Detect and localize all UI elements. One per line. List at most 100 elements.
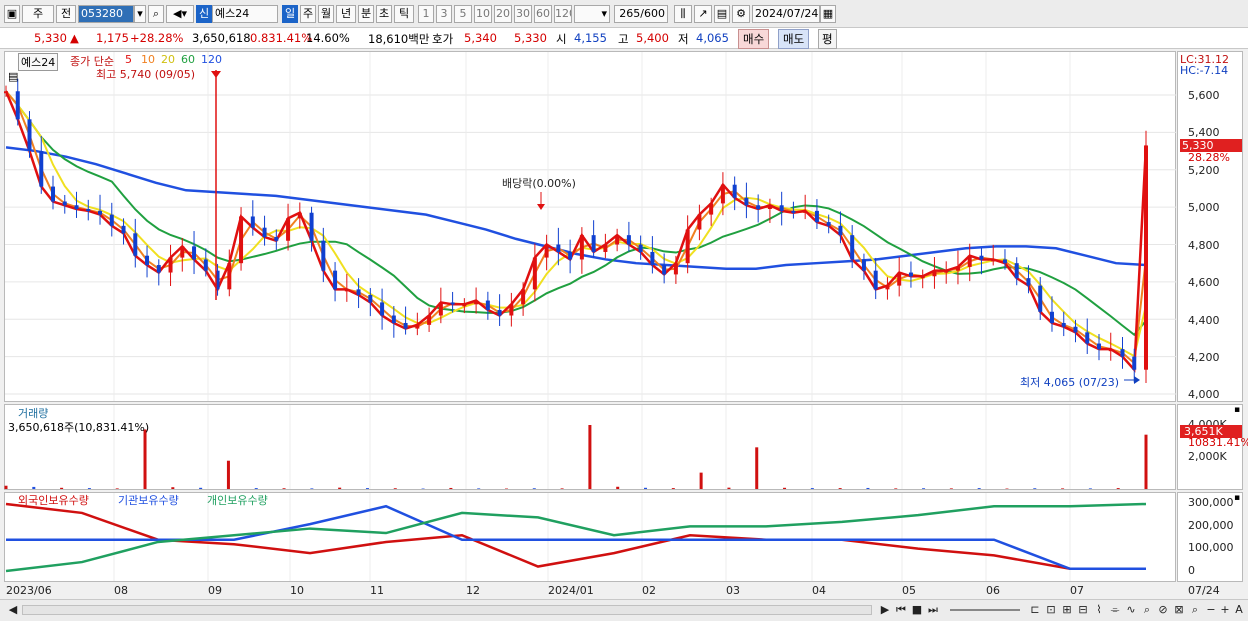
volume-bar <box>866 487 870 489</box>
candle-body <box>403 322 408 329</box>
candle-body <box>1108 349 1113 352</box>
volume-bar <box>365 488 369 489</box>
volume-bar <box>32 486 36 489</box>
candle-body <box>450 302 455 305</box>
scroll-left-icon[interactable]: ◀ <box>6 603 20 617</box>
tool-icon[interactable]: ⊞ <box>1060 603 1074 617</box>
price-ylabel: 5,600 <box>1188 89 1220 102</box>
candle-body <box>1014 263 1019 279</box>
chart-svg <box>4 52 1176 581</box>
tool-icon[interactable]: ⌯ <box>1108 603 1122 617</box>
volume-bar <box>393 488 397 489</box>
candle-body <box>626 235 631 245</box>
candle-body <box>380 302 385 316</box>
candle-body <box>709 203 714 215</box>
candle-body <box>885 285 890 290</box>
tool-icon[interactable]: ⊡ <box>1044 603 1058 617</box>
volume-bar <box>755 447 759 489</box>
candle-body <box>474 300 479 305</box>
candle-body <box>321 240 326 271</box>
holdings-ylabel: 100,000 <box>1188 541 1234 554</box>
font-size-icon[interactable]: A <box>1232 603 1246 617</box>
candle-body <box>497 309 502 316</box>
high-note: 최고 5,740 (09/05) <box>96 68 196 81</box>
candle-body <box>62 201 67 206</box>
candle-body <box>908 272 913 277</box>
candle-body <box>344 289 349 292</box>
volume-current: 3,650,618주(10,831.41%) <box>8 421 150 434</box>
price-ylabel: 4,600 <box>1188 276 1220 289</box>
scrollbar-track[interactable] <box>22 605 872 615</box>
scroll-right-icon[interactable]: ▶ <box>878 603 892 617</box>
volume-bar <box>977 488 981 489</box>
xaxis-label: 08 <box>114 584 128 597</box>
candle-body <box>203 259 208 271</box>
tool-icon[interactable]: ⊏ <box>1028 603 1042 617</box>
zoom-in-icon[interactable]: + <box>1218 603 1232 617</box>
zoom-out-icon[interactable]: − <box>1204 603 1218 617</box>
price-ylabel: 4,400 <box>1188 314 1220 327</box>
candle-body <box>1096 343 1101 350</box>
volume-bar <box>616 486 620 489</box>
candle-body <box>1049 311 1054 323</box>
search-icon[interactable]: ⌕ <box>1188 603 1202 617</box>
tool-icon[interactable]: ⊘ <box>1156 603 1170 617</box>
price-ylabel: 4,800 <box>1188 239 1220 252</box>
candle-body <box>462 304 467 307</box>
price-ylabel: 5,000 <box>1188 201 1220 214</box>
zoom-slider[interactable] <box>950 609 1020 611</box>
candle-body <box>744 197 749 206</box>
high-arrow-icon <box>211 71 221 78</box>
xaxis-label: 2023/06 <box>6 584 52 597</box>
candle-body <box>74 205 79 209</box>
legend-foreign: 외국인보유수량 <box>18 494 89 507</box>
legend-institution: 기관보유수량 <box>118 494 179 507</box>
xaxis-label: 02 <box>642 584 656 597</box>
tool-icon[interactable]: ⊟ <box>1076 603 1090 617</box>
tool-icon[interactable]: ∿ <box>1124 603 1138 617</box>
holdings-close-icon[interactable]: ▪ <box>1234 493 1240 503</box>
xaxis-label: 06 <box>986 584 1000 597</box>
candle-body <box>1026 278 1031 286</box>
volume-bar <box>4 485 8 489</box>
candle-body <box>967 255 972 267</box>
holdings-ylabel: 0 <box>1188 564 1195 577</box>
candle-body <box>274 237 279 241</box>
candle-body <box>51 186 56 202</box>
candle-body <box>1120 349 1125 357</box>
candle-body <box>262 227 267 238</box>
candle-body <box>944 270 949 273</box>
candle-body <box>1144 145 1148 370</box>
candle-body <box>1038 285 1043 312</box>
ma-legend-10: 10 <box>141 53 155 66</box>
candle-body <box>391 315 396 323</box>
candle-body <box>39 151 44 187</box>
candle-body <box>180 246 185 258</box>
xaxis-label: 09 <box>208 584 222 597</box>
volume-bar <box>449 487 453 489</box>
candle-body <box>955 266 960 271</box>
candle-body <box>991 259 996 262</box>
candle-body <box>121 225 126 234</box>
stop-icon[interactable]: ■ <box>910 603 924 617</box>
candle-body <box>603 244 608 252</box>
candle-body <box>133 233 138 256</box>
tool-icon[interactable]: ⌕ <box>1140 603 1154 617</box>
volume-bar <box>810 488 814 489</box>
volume-bar <box>1088 488 1092 489</box>
tool-icon[interactable]: ⊠ <box>1172 603 1186 617</box>
volume-close-icon[interactable]: ▪ <box>1234 405 1240 415</box>
menu-icon[interactable]: ▤ <box>8 70 18 83</box>
dividend-note: 배당락(0.00%) <box>502 177 576 190</box>
candle-body <box>932 270 937 277</box>
candle-body <box>767 205 772 209</box>
candle-body <box>1132 356 1137 370</box>
first-page-icon[interactable]: ⏮ <box>894 603 908 617</box>
last-page-icon[interactable]: ⏭ <box>926 603 940 617</box>
ma60-line <box>5 90 1147 337</box>
tool-icon[interactable]: ⌇ <box>1092 603 1106 617</box>
xaxis-label: 03 <box>726 584 740 597</box>
candle-body <box>309 212 314 241</box>
ma-legend-20: 20 <box>161 53 175 66</box>
volume-bar <box>199 487 203 489</box>
